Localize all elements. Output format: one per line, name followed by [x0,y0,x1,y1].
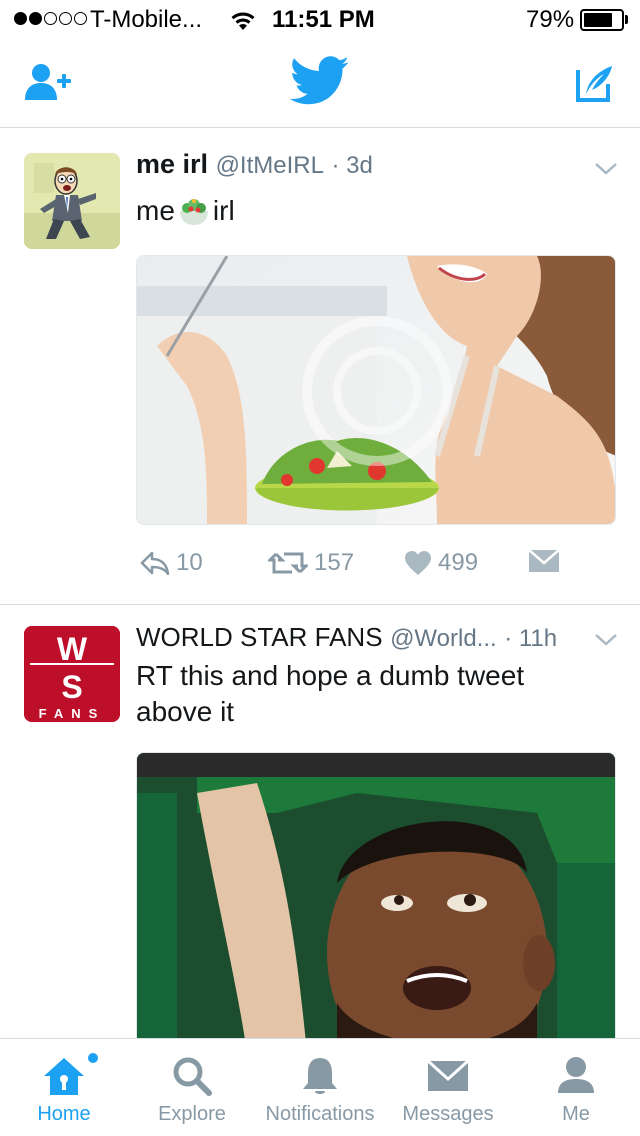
tweet-image[interactable] [136,752,616,1038]
tweet-actions: 10 157 499 [136,549,616,581]
avatar-logo-text: FANS [39,706,106,721]
top-nav-bar [0,40,640,128]
display-name[interactable]: me irl [136,149,208,179]
like-button[interactable]: 499 [404,549,478,577]
tab-label: Me [562,1103,590,1125]
bottom-tab-bar: Home Explore Notifications Messages Me [0,1038,640,1136]
battery-percentage: 79% [526,6,575,33]
avatar[interactable] [24,153,120,249]
tweet-header: me irl @ItMeIRL · 3d [136,149,373,180]
tab-me[interactable]: Me [512,1039,640,1136]
person-icon [558,1057,594,1093]
tweet-image[interactable] [136,255,616,525]
reply-icon [140,551,170,575]
carrier-name: T-Mobile... [90,6,203,33]
tweet-text-part: me [136,195,175,226]
retweet-count: 157 [314,549,355,576]
tab-home[interactable]: Home [0,1039,128,1136]
home-icon [44,1058,84,1095]
tab-explore[interactable]: Explore [128,1039,256,1136]
retweet-button[interactable]: 157 [268,549,354,577]
tweet-text-part: irl [212,195,235,226]
wifi-icon [231,12,255,30]
retweet-icon [268,552,308,574]
direct-message-button[interactable] [528,549,560,573]
twitter-bird-icon[interactable] [290,56,350,106]
clock: 11:51 PM [272,6,375,33]
tweet-time: · 11h [504,625,558,652]
reply-button[interactable]: 10 [140,549,203,577]
tweet[interactable]: me irl @ItMeIRL · 3d me irl 10 157 499 [0,129,640,605]
like-count: 499 [438,549,479,576]
tab-notifications[interactable]: Notifications [256,1039,384,1136]
envelope-icon [426,1059,470,1091]
tweet[interactable]: W S FANS WORLD STAR FANS @World... · 11h… [0,606,640,1038]
envelope-icon [528,549,560,572]
unread-indicator [88,1053,98,1063]
tweet-text: RT this and hope a dumb tweet above it [136,660,525,727]
tweet-text: me irl [136,193,576,229]
add-user-icon[interactable] [24,62,76,104]
chevron-down-icon[interactable] [594,161,618,177]
tab-label: Explore [158,1103,226,1125]
tab-messages[interactable]: Messages [384,1039,512,1136]
salad-emoji [179,199,208,225]
status-bar: T-Mobile... 11:51 PM 79% [0,0,640,40]
tab-label: Messages [402,1103,494,1125]
tab-label: Notifications [265,1103,375,1125]
tweet-time: · 3d [331,152,373,179]
avatar-logo-letter: W [57,631,88,667]
search-icon [173,1057,212,1096]
bell-icon [303,1058,337,1094]
heart-icon [405,551,431,575]
display-name[interactable]: WORLD STAR FANS [136,622,383,652]
user-handle: @ItMeIRL [215,152,324,179]
battery-icon [580,9,624,31]
user-handle: @World... [390,625,497,652]
tweet-header: WORLD STAR FANS @World... · 11h [136,622,557,653]
chevron-down-icon[interactable] [594,632,618,648]
avatar[interactable]: W S FANS [24,626,120,722]
avatar-logo-letter: S [61,669,82,705]
reply-count: 10 [176,549,203,576]
tab-label: Home [37,1103,91,1125]
compose-tweet-icon[interactable] [570,60,618,108]
signal-strength-icon [14,12,87,25]
